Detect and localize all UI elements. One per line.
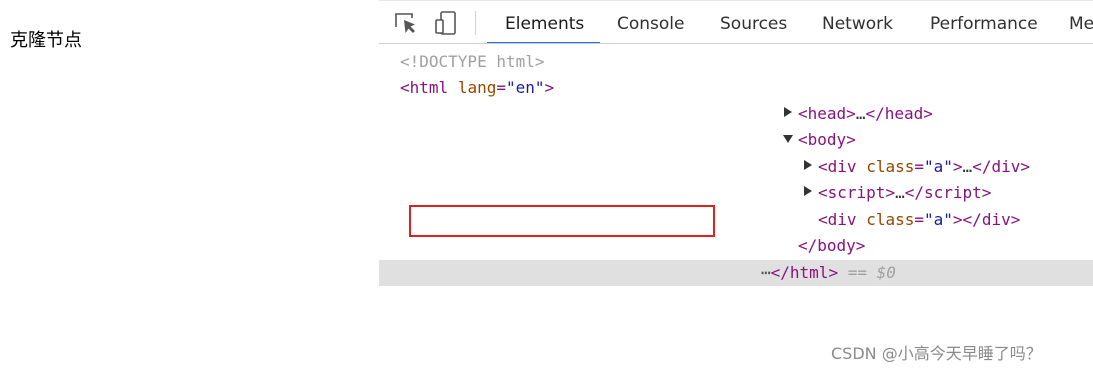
dom-head-node[interactable]: <head>…</head> (798, 101, 933, 127)
collapsed-ellipsis: … (895, 183, 905, 202)
tag-name: html (789, 263, 829, 282)
tag-name: div (827, 157, 857, 176)
page-content-text: 克隆节点 (10, 30, 82, 51)
devtools-toolbar: Elements Console Sources Network Perform… (379, 0, 1093, 44)
tab-network[interactable]: Network (822, 1, 893, 43)
tab-console[interactable]: Console (617, 1, 685, 43)
selected-node-reference: == $0 (847, 263, 896, 282)
attr-name: lang (457, 78, 497, 97)
attr-name: class (866, 157, 915, 176)
attr-value: "a" (924, 157, 953, 176)
attr-name: class (866, 210, 915, 229)
selected-node-row[interactable] (379, 260, 1093, 286)
dom-html-open[interactable]: <html lang="en"> (400, 75, 554, 101)
toolbar-separator (475, 11, 476, 35)
dom-html-close[interactable]: ⋯</html> == $0 (761, 260, 896, 286)
dom-cloned-div-node[interactable]: <div class="a"></div> (818, 207, 1020, 233)
tag-name: div (827, 210, 857, 229)
tag-name: div (991, 157, 1021, 176)
tab-elements[interactable]: Elements (505, 1, 584, 43)
expand-div-arrow-icon[interactable] (804, 160, 812, 170)
devtools-panel: Elements Console Sources Network Perform… (379, 0, 1093, 368)
collapsed-ellipsis: … (855, 104, 866, 123)
tag-name: head (807, 104, 847, 123)
expand-script-arrow-icon[interactable] (804, 186, 812, 196)
attr-value: "en" (505, 78, 545, 97)
page: 克隆节点 Elements Console Sources Network Pe… (0, 0, 1093, 368)
tag-name: html (409, 78, 449, 97)
collapsed-ellipsis: … (962, 157, 973, 176)
more-actions-icon[interactable]: ⋯ (761, 263, 771, 282)
dom-script-node[interactable]: <script>…</script> (818, 180, 991, 206)
dom-body-close[interactable]: </body> (798, 233, 865, 259)
attr-value: "a" (924, 210, 953, 229)
tag-name: div (981, 210, 1011, 229)
device-toolbar-icon[interactable] (432, 9, 460, 37)
annotation-highlight-box (409, 205, 715, 237)
dom-div-node[interactable]: <div class="a">…</div> (818, 154, 1030, 180)
tag-name: script (923, 183, 982, 202)
tab-memory[interactable]: Me (1069, 1, 1093, 43)
select-element-icon[interactable] (392, 9, 420, 37)
tab-sources[interactable]: Sources (720, 1, 787, 43)
collapse-body-arrow-icon[interactable] (783, 135, 793, 143)
tag-name: head (884, 104, 924, 123)
dom-doctype[interactable]: <!DOCTYPE html> (400, 49, 545, 75)
tab-performance[interactable]: Performance (930, 1, 1038, 43)
tag-name: body (817, 236, 856, 255)
expand-head-arrow-icon[interactable] (784, 107, 792, 117)
tag-name: body (807, 130, 847, 149)
tag-name: script (827, 183, 886, 202)
dom-body-open[interactable]: <body> (798, 127, 856, 153)
watermark-text: CSDN @小高今天早睡了吗？ (831, 344, 1042, 363)
active-tab-indicator (487, 42, 600, 43)
